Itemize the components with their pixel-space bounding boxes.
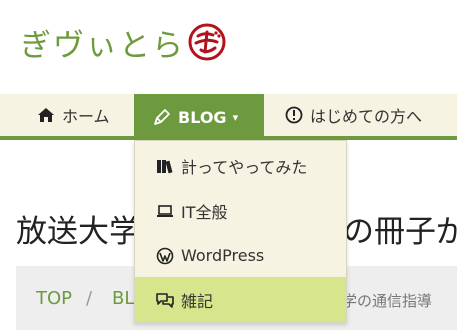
wordpress-icon [155,246,175,266]
pen-icon [152,107,172,127]
dropdown-item-it[interactable]: IT全般 [135,188,346,233]
page-title: 放送大学 の冊子が [16,206,457,251]
page-title-left: 放送大学 [16,214,140,250]
breadcrumb-current: 学の通信指導 [342,292,433,310]
site-logo[interactable]: ぎヴぃとら [20,18,227,66]
books-icon [155,156,175,176]
nav-item-blog-label: BLOG [178,107,227,127]
nav-item-first-time[interactable]: はじめての方へ [284,94,422,136]
laptop-icon [155,201,175,221]
blog-dropdown-menu: 計ってやってみた IT全般 WordPress 雑記 [134,140,347,323]
breadcrumb-top-link[interactable]: TOP [36,288,72,309]
home-icon [36,105,56,125]
dropdown-item-label: WordPress [181,246,265,265]
site-logo-text: ぎヴぃとら [20,27,185,64]
exclamation-circle-icon [284,105,304,125]
main-navbar: ホーム BLOG ▾ はじめての方へ [0,94,457,140]
nav-item-home-label: ホーム [62,107,110,126]
logo-seal-icon [187,22,227,62]
page-title-right: の冊子が [343,214,457,250]
comments-icon [155,290,175,310]
dropdown-item-label: 計ってやってみた [181,157,308,177]
dropdown-item-label: 雑記 [181,291,214,311]
nav-item-home[interactable]: ホーム [36,94,110,136]
nav-item-blog[interactable]: BLOG ▾ [134,94,264,140]
dropdown-item-measure[interactable]: 計ってやってみた [135,143,346,188]
dropdown-item-wordpress[interactable]: WordPress [135,233,346,278]
nav-item-first-time-label: はじめての方へ [310,107,423,126]
chevron-down-icon: ▾ [232,110,239,124]
breadcrumb-separator: / [86,288,93,309]
dropdown-item-label: IT全般 [181,202,228,222]
dropdown-item-misc[interactable]: 雑記 [135,277,346,322]
